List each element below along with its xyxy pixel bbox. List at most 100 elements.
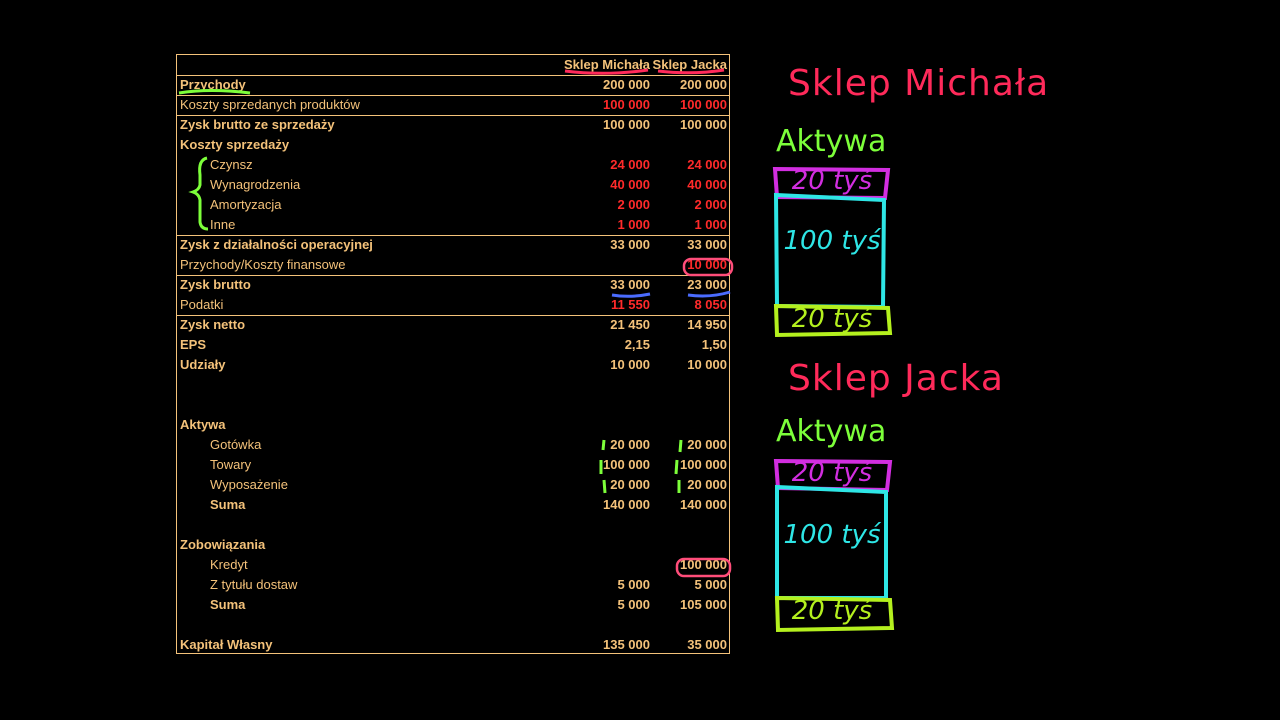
cell-sklep-jacka: 20 000: [687, 477, 727, 492]
row-label: Zysk brutto: [180, 277, 251, 292]
table-row: Amortyzacja 2 000 2 000: [177, 195, 729, 215]
table-row: Towary 100 000 100 000: [177, 455, 729, 475]
table-row: Inne 1 000 1 000: [177, 215, 729, 236]
row-label: Udziały: [180, 357, 226, 372]
box-label-cash-michala: 20 tyś: [791, 166, 873, 196]
cell-sklep-michala: 100 000: [603, 457, 650, 472]
cell-sklep-michala: 20 000: [610, 477, 650, 492]
row-label: Podatki: [180, 297, 224, 312]
table-row: Gotówka 20 000 20 000: [177, 435, 729, 455]
cell-sklep-jacka: 10 000: [687, 257, 727, 272]
row-label: Zysk z działalności operacyjnej: [180, 237, 373, 252]
cell-sklep-jacka: 24 000: [687, 157, 727, 172]
income-statement-table: Sklep Michała Sklep Jacka Przychody 200 0…: [176, 54, 730, 654]
cell-sklep-michala: 20 000: [610, 437, 650, 452]
cell-sklep-jacka: 1,50: [701, 337, 727, 352]
table-row: [177, 395, 729, 415]
cell-sklep-michala: 33 000: [610, 277, 650, 292]
cell-sklep-michala: 5 000: [617, 597, 650, 612]
box-label-cash-jacka: 20 tyś: [791, 458, 873, 488]
cell-sklep-jacka: 23 000: [687, 277, 727, 292]
cell-sklep-michala: 10 000: [610, 357, 650, 372]
table-row: Suma 5 000 105 000: [177, 595, 729, 615]
table-row: Zysk brutto ze sprzedaży 100 000 100 000: [177, 115, 729, 135]
cell-sklep-jacka: 1 000: [694, 217, 727, 232]
row-label: Przychody/Koszty finansowe: [180, 257, 346, 272]
cell-sklep-jacka: 200 000: [680, 77, 727, 92]
cell-sklep-michala: 1 000: [617, 217, 650, 232]
cell-sklep-michala: 11 550: [610, 297, 650, 312]
table-row: Aktywa: [177, 415, 729, 435]
cell-sklep-jacka: 140 000: [680, 497, 727, 512]
cell-sklep-jacka: 33 000: [687, 237, 727, 252]
column-header-sklep-michala: Sklep Michała: [564, 57, 650, 72]
row-label: EPS: [180, 337, 207, 352]
row-label: Gotówka: [210, 437, 262, 452]
cell-sklep-michala: 2,15: [624, 337, 650, 352]
row-label: Z tytułu dostaw: [210, 577, 298, 592]
table-row: Udziały 10 000 10 000: [177, 355, 729, 375]
box-label-goods-jacka: 100 tyś: [783, 520, 881, 550]
table-row: [177, 615, 729, 635]
table-row: Kapitał Własny 135 000 35 000: [177, 635, 729, 655]
table-row: Zysk netto 21 450 14 950: [177, 315, 729, 335]
cell-sklep-michala: 100 000: [603, 97, 650, 112]
cell-sklep-michala: 5 000: [617, 577, 650, 592]
cell-sklep-jacka: 8 050: [694, 297, 727, 312]
handwritten-aktywa-michala: Aktywa: [776, 124, 887, 159]
handwritten-title-sklep-jacka: Sklep Jacka: [788, 358, 1004, 399]
cell-sklep-michala: 21 450: [610, 317, 650, 332]
row-label: Zysk brutto ze sprzedaży: [180, 117, 335, 132]
cell-sklep-michala: 2 000: [617, 197, 650, 212]
cell-sklep-jacka: 20 000: [687, 437, 727, 452]
box-label-equipment-jacka: 20 tyś: [791, 596, 873, 626]
box-label-equipment-michala: 20 tyś: [791, 304, 873, 334]
cell-sklep-jacka: 5 000: [694, 577, 727, 592]
row-label: Koszty sprzedaży: [180, 137, 290, 152]
row-label: Suma: [210, 597, 246, 612]
table-row: Czynsz 24 000 24 000: [177, 155, 729, 175]
row-label: Kredyt: [210, 557, 248, 572]
table-row: Wyposażenie 20 000 20 000: [177, 475, 729, 495]
cell-sklep-jacka: 40 000: [687, 177, 727, 192]
table-row: Przychody/Koszty finansowe 10 000: [177, 255, 729, 276]
table-row: Wynagrodzenia 40 000 40 000: [177, 175, 729, 195]
cell-sklep-jacka: 14 950: [687, 317, 727, 332]
row-label: Towary: [210, 457, 252, 472]
table-row: [177, 515, 729, 535]
row-label: Kapitał Własny: [180, 637, 273, 652]
table-row: Zobowiązania: [177, 535, 729, 555]
row-label: Aktywa: [180, 417, 226, 432]
cell-sklep-jacka: 100 000: [680, 557, 727, 572]
cell-sklep-michala: 135 000: [603, 637, 650, 652]
cell-sklep-michala: 24 000: [610, 157, 650, 172]
table-row: Koszty sprzedanych produktów 100 000 100 0…: [177, 95, 729, 116]
cell-sklep-jacka: 35 000: [687, 637, 727, 652]
row-label: Suma: [210, 497, 246, 512]
row-label: Zobowiązania: [180, 537, 266, 552]
box-label-goods-michala: 100 tyś: [783, 226, 881, 256]
table-row: Suma 140 000 140 000: [177, 495, 729, 515]
cell-sklep-michala: 33 000: [610, 237, 650, 252]
row-label: Czynsz: [210, 157, 253, 172]
cell-sklep-michala: 200 000: [603, 77, 650, 92]
column-header-sklep-jacka: Sklep Jacka: [652, 57, 727, 72]
table-row: Podatki 11 550 8 050: [177, 295, 729, 316]
cell-sklep-michala: 100 000: [603, 117, 650, 132]
row-label: Inne: [210, 217, 236, 232]
table-header-row: Sklep Michała Sklep Jacka: [177, 55, 729, 76]
handwritten-aktywa-jacka: Aktywa: [776, 414, 887, 449]
cell-sklep-jacka: 100 000: [680, 117, 727, 132]
table-row: Kredyt 100 000: [177, 555, 729, 575]
table-row: Zysk brutto 33 000 23 000: [177, 275, 729, 295]
row-label: Zysk netto: [180, 317, 246, 332]
row-label: Wynagrodzenia: [210, 177, 301, 192]
cell-sklep-michala: 140 000: [603, 497, 650, 512]
table-row: [177, 375, 729, 395]
cell-sklep-jacka: 105 000: [680, 597, 727, 612]
cell-sklep-jacka: 10 000: [687, 357, 727, 372]
cell-sklep-jacka: 100 000: [680, 97, 727, 112]
row-label: Amortyzacja: [210, 197, 282, 212]
table-row: Koszty sprzedaży: [177, 135, 729, 155]
row-label: Przychody: [180, 77, 246, 92]
